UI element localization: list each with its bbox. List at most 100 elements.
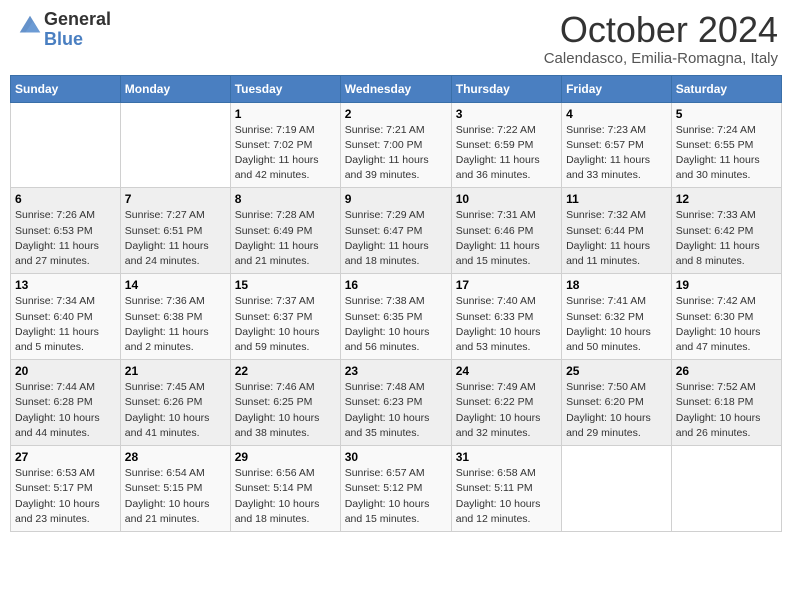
day-number: 31 [456,450,557,464]
day-number: 25 [566,364,667,378]
day-info: Sunrise: 7:22 AMSunset: 6:59 PMDaylight:… [456,123,557,184]
logo-general-text: General [44,10,111,30]
day-number: 12 [676,192,777,206]
calendar-cell: 9Sunrise: 7:29 AMSunset: 6:47 PMDaylight… [340,188,451,274]
location-subtitle: Calendasco, Emilia-Romagna, Italy [544,50,778,67]
logo-text: General Blue [44,10,111,50]
calendar-cell: 18 Sunrise: 7:41 AMSunset: 6:32 PMDayligh… [562,274,672,360]
calendar-cell: 6Sunrise: 7:26 AMSunset: 6:53 PMDaylight… [11,188,121,274]
day-info: Sunrise: 7:24 AMSunset: 6:55 PMDaylight:… [676,123,777,184]
month-title: October 2024 [544,10,778,50]
calendar-cell: 23Sunrise: 7:48 AMSunset: 6:23 PMDayligh… [340,360,451,446]
day-info: Sunrise: 7:33 AMSunset: 6:42 PMDaylight:… [676,208,777,269]
day-number: 1 [235,107,336,121]
day-info: Sunrise: 7:42 AMSunset: 6:30 PMDaylight:… [676,294,777,355]
calendar-week-row: 1 Sunrise: 7:19 AMSunset: 7:02 PMDaylight… [11,102,782,188]
calendar-cell: 22Sunrise: 7:46 AMSunset: 6:25 PMDayligh… [230,360,340,446]
day-number: 26 [676,364,777,378]
calendar-cell: 14Sunrise: 7:36 AMSunset: 6:38 PMDayligh… [120,274,230,360]
day-number: 7 [125,192,226,206]
day-number: 20 [15,364,116,378]
day-number: 5 [676,107,777,121]
calendar-cell [120,102,230,188]
day-info: Sunrise: 7:50 AMSunset: 6:20 PMDaylight:… [566,380,667,441]
calendar-week-row: 6Sunrise: 7:26 AMSunset: 6:53 PMDaylight… [11,188,782,274]
day-info: Sunrise: 7:40 AMSunset: 6:33 PMDaylight:… [456,294,557,355]
day-info: Sunrise: 7:41 AMSunset: 6:32 PMDaylight:… [566,294,667,355]
day-info: Sunrise: 6:58 AMSunset: 5:11 PMDaylight:… [456,466,557,527]
calendar-cell: 24 Sunrise: 7:49 AMSunset: 6:22 PMDayligh… [451,360,561,446]
calendar-cell: 21 Sunrise: 7:45 AMSunset: 6:26 PMDayligh… [120,360,230,446]
calendar-cell: 15 Sunrise: 7:37 AMSunset: 6:37 PMDayligh… [230,274,340,360]
weekday-header-thursday: Thursday [451,75,561,102]
calendar-header: SundayMondayTuesdayWednesdayThursdayFrid… [11,75,782,102]
calendar-cell [11,102,121,188]
calendar-cell: 10 Sunrise: 7:31 AMSunset: 6:46 PMDayligh… [451,188,561,274]
day-info: Sunrise: 7:31 AMSunset: 6:46 PMDaylight:… [456,208,557,269]
day-number: 2 [345,107,447,121]
day-number: 4 [566,107,667,121]
day-number: 8 [235,192,336,206]
day-info: Sunrise: 7:37 AMSunset: 6:37 PMDaylight:… [235,294,336,355]
calendar-cell: 4 Sunrise: 7:23 AMSunset: 6:57 PMDaylight… [562,102,672,188]
day-info: Sunrise: 7:19 AMSunset: 7:02 PMDaylight:… [235,123,336,184]
calendar-week-row: 20Sunrise: 7:44 AMSunset: 6:28 PMDayligh… [11,360,782,446]
day-number: 11 [566,192,667,206]
day-number: 27 [15,450,116,464]
day-info: Sunrise: 7:23 AMSunset: 6:57 PMDaylight:… [566,123,667,184]
weekday-header-sunday: Sunday [11,75,121,102]
calendar-cell: 16 Sunrise: 7:38 AMSunset: 6:35 PMDayligh… [340,274,451,360]
day-info: Sunrise: 7:38 AMSunset: 6:35 PMDaylight:… [345,294,447,355]
calendar-cell: 31 Sunrise: 6:58 AMSunset: 5:11 PMDayligh… [451,446,561,532]
day-info: Sunrise: 6:54 AMSunset: 5:15 PMDaylight:… [125,466,226,527]
day-number: 15 [235,278,336,292]
calendar-cell [671,446,781,532]
day-number: 16 [345,278,447,292]
calendar-cell: 19 Sunrise: 7:42 AMSunset: 6:30 PMDayligh… [671,274,781,360]
calendar-week-row: 13Sunrise: 7:34 AMSunset: 6:40 PMDayligh… [11,274,782,360]
calendar-cell: 25 Sunrise: 7:50 AMSunset: 6:20 PMDayligh… [562,360,672,446]
day-number: 29 [235,450,336,464]
day-info: Sunrise: 7:27 AMSunset: 6:51 PMDaylight:… [125,208,226,269]
calendar-week-row: 27 Sunrise: 6:53 AMSunset: 5:17 PMDayligh… [11,446,782,532]
calendar-cell: 20Sunrise: 7:44 AMSunset: 6:28 PMDayligh… [11,360,121,446]
weekday-header-tuesday: Tuesday [230,75,340,102]
day-number: 22 [235,364,336,378]
day-info: Sunrise: 7:48 AMSunset: 6:23 PMDaylight:… [345,380,447,441]
calendar-cell: 1 Sunrise: 7:19 AMSunset: 7:02 PMDaylight… [230,102,340,188]
day-info: Sunrise: 7:28 AMSunset: 6:49 PMDaylight:… [235,208,336,269]
day-number: 9 [345,192,447,206]
calendar-cell: 8 Sunrise: 7:28 AMSunset: 6:49 PMDaylight… [230,188,340,274]
weekday-header-row: SundayMondayTuesdayWednesdayThursdayFrid… [11,75,782,102]
day-info: Sunrise: 6:53 AMSunset: 5:17 PMDaylight:… [15,466,116,527]
calendar-cell: 2 Sunrise: 7:21 AMSunset: 7:00 PMDaylight… [340,102,451,188]
logo-blue-text: Blue [44,30,111,50]
logo-icon [16,12,44,40]
calendar-cell: 12 Sunrise: 7:33 AMSunset: 6:42 PMDayligh… [671,188,781,274]
day-info: Sunrise: 7:36 AMSunset: 6:38 PMDaylight:… [125,294,226,355]
calendar-cell: 28Sunrise: 6:54 AMSunset: 5:15 PMDayligh… [120,446,230,532]
calendar-body: 1 Sunrise: 7:19 AMSunset: 7:02 PMDaylight… [11,102,782,531]
day-number: 10 [456,192,557,206]
day-info: Sunrise: 7:26 AMSunset: 6:53 PMDaylight:… [15,208,116,269]
calendar-cell: 3Sunrise: 7:22 AMSunset: 6:59 PMDaylight… [451,102,561,188]
logo: General Blue [14,10,111,50]
day-number: 19 [676,278,777,292]
weekday-header-saturday: Saturday [671,75,781,102]
title-section: October 2024 Calendasco, Emilia-Romagna,… [544,10,778,67]
calendar-cell: 17Sunrise: 7:40 AMSunset: 6:33 PMDayligh… [451,274,561,360]
day-info: Sunrise: 7:21 AMSunset: 7:00 PMDaylight:… [345,123,447,184]
day-info: Sunrise: 7:52 AMSunset: 6:18 PMDaylight:… [676,380,777,441]
day-info: Sunrise: 7:49 AMSunset: 6:22 PMDaylight:… [456,380,557,441]
day-info: Sunrise: 7:34 AMSunset: 6:40 PMDaylight:… [15,294,116,355]
page-header: General Blue October 2024 Calendasco, Em… [10,10,782,67]
day-info: Sunrise: 6:56 AMSunset: 5:14 PMDaylight:… [235,466,336,527]
day-info: Sunrise: 6:57 AMSunset: 5:12 PMDaylight:… [345,466,447,527]
day-info: Sunrise: 7:45 AMSunset: 6:26 PMDaylight:… [125,380,226,441]
calendar-cell: 11Sunrise: 7:32 AMSunset: 6:44 PMDayligh… [562,188,672,274]
day-number: 30 [345,450,447,464]
day-number: 21 [125,364,226,378]
calendar-cell: 30 Sunrise: 6:57 AMSunset: 5:12 PMDayligh… [340,446,451,532]
day-number: 18 [566,278,667,292]
day-number: 24 [456,364,557,378]
